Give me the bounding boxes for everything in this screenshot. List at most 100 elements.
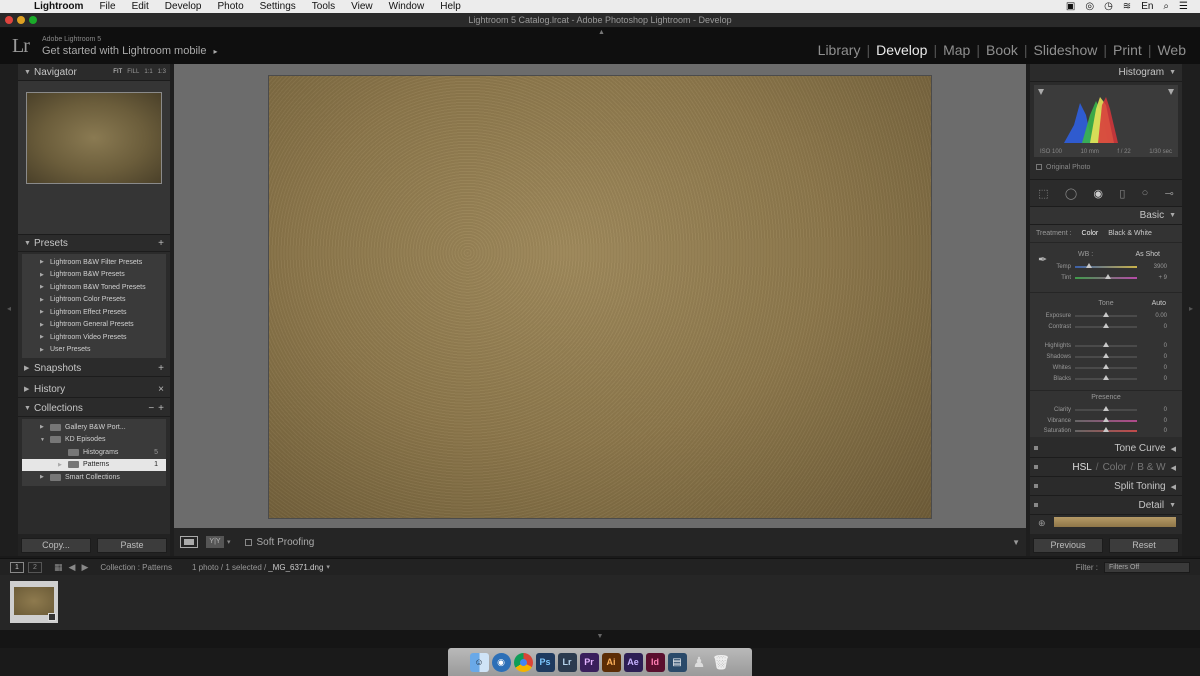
tone-curve-header[interactable]: Tone Curve ◀ xyxy=(1030,440,1182,458)
filter-select[interactable]: Filters Off xyxy=(1104,561,1190,573)
menu-window[interactable]: Window xyxy=(381,0,433,13)
zoom-1-1[interactable]: 1:1 xyxy=(144,69,152,75)
auto-tone-button[interactable]: Auto xyxy=(1152,300,1166,307)
basic-header[interactable]: Basic ▼ xyxy=(1030,207,1182,225)
clarity-slider[interactable] xyxy=(1075,405,1137,411)
top-panel-toggle-icon[interactable]: ▲ xyxy=(598,29,605,36)
spot-removal-tool-icon[interactable]: ◯ xyxy=(1065,187,1077,200)
module-slideshow[interactable]: Slideshow xyxy=(1028,42,1104,58)
back-arrow-icon[interactable]: ◀ xyxy=(69,562,76,573)
histogram[interactable]: ISO 100 10 mm f / 22 1/30 sec xyxy=(1034,85,1178,157)
add-snapshot-icon[interactable]: + xyxy=(158,363,164,374)
module-library[interactable]: Library xyxy=(812,42,867,58)
soft-proofing-checkbox[interactable] xyxy=(244,538,252,546)
zoom-fit[interactable]: FIT xyxy=(113,69,122,75)
history-header[interactable]: ▶ History × xyxy=(18,381,170,398)
time-machine-icon[interactable]: ◷ xyxy=(1104,1,1113,12)
before-after-dropdown-icon[interactable]: ▾ xyxy=(227,538,231,546)
snapshots-header[interactable]: ▶ Snapshots + xyxy=(18,360,170,377)
toolbar-options-arrow-icon[interactable]: ▼ xyxy=(1012,538,1020,547)
saturation-value[interactable]: 0 xyxy=(1137,428,1167,434)
previous-button[interactable]: Previous xyxy=(1033,537,1103,553)
color-tab[interactable]: Color xyxy=(1103,462,1127,473)
photoshop-icon[interactable]: Ps xyxy=(535,652,555,672)
illustrator-icon[interactable]: Ai xyxy=(601,652,621,672)
detail-header[interactable]: Detail ▼ xyxy=(1030,497,1182,515)
chrome-icon[interactable] xyxy=(513,652,533,672)
hsl-tab[interactable]: HSL xyxy=(1072,462,1091,473)
saturation-slider-knob[interactable] xyxy=(1103,426,1109,432)
exposure-value[interactable]: 0.00 xyxy=(1137,313,1167,319)
menu-photo[interactable]: Photo xyxy=(210,0,252,13)
original-photo-checkbox[interactable] xyxy=(1036,164,1042,170)
menu-settings[interactable]: Settings xyxy=(252,0,304,13)
temp-slider-knob[interactable] xyxy=(1085,262,1092,268)
menu-develop[interactable]: Develop xyxy=(157,0,210,13)
red-eye-tool-icon[interactable]: ◉ xyxy=(1093,187,1103,200)
split-toning-header[interactable]: Split Toning ◀ xyxy=(1030,478,1182,496)
detail-preview[interactable] xyxy=(1054,517,1176,527)
notification-list-icon[interactable]: ☰ xyxy=(1179,1,1188,12)
highlights-slider-knob[interactable] xyxy=(1103,341,1109,347)
image-canvas[interactable] xyxy=(174,64,1026,528)
radial-filter-tool-icon[interactable]: ○ xyxy=(1142,187,1149,199)
loupe-view-icon[interactable] xyxy=(180,536,198,548)
contrast-slider-knob[interactable] xyxy=(1103,322,1109,328)
copy-settings-button[interactable]: Copy... xyxy=(21,537,91,553)
detail-target-icon[interactable]: ⊕ xyxy=(1038,518,1046,529)
saturation-slider[interactable] xyxy=(1075,426,1137,432)
clarity-slider-knob[interactable] xyxy=(1103,405,1109,411)
finder-icon[interactable]: ☺ xyxy=(469,652,489,672)
navigator-preview[interactable] xyxy=(26,92,162,184)
indesign-icon[interactable]: Id xyxy=(645,652,665,672)
bottom-panel-toggle[interactable]: ▼ xyxy=(0,630,1200,648)
collection-set[interactable]: ▶ Gallery B&W Port... xyxy=(22,421,166,434)
menu-view[interactable]: View xyxy=(343,0,381,13)
adjustment-brush-tool-icon[interactable]: ⊸ xyxy=(1165,187,1174,200)
vibrance-slider[interactable] xyxy=(1075,416,1137,422)
whites-slider[interactable] xyxy=(1075,363,1137,369)
blacks-slider-knob[interactable] xyxy=(1103,374,1109,380)
highlights-value[interactable]: 0 xyxy=(1137,343,1167,349)
collapse-right-arrow-icon[interactable]: ▸ xyxy=(1182,304,1200,313)
collection-item[interactable]: Histograms 5 xyxy=(22,446,166,459)
blacks-slider[interactable] xyxy=(1075,374,1137,380)
input-language[interactable]: En xyxy=(1141,1,1153,12)
preset-folder[interactable]: ▶ Lightroom B&W Presets xyxy=(22,269,166,282)
preset-folder[interactable]: ▶ User Presets xyxy=(22,344,166,357)
mobile-prompt[interactable]: Get started with Lightroom mobile ▸ xyxy=(42,45,218,57)
treatment-bw-option[interactable]: Black & White xyxy=(1108,230,1152,237)
highlights-slider[interactable] xyxy=(1075,341,1137,347)
preset-folder[interactable]: ▶ Lightroom B&W Filter Presets xyxy=(22,256,166,269)
contrast-slider[interactable] xyxy=(1075,322,1137,328)
secondary-window-button[interactable]: 2 xyxy=(28,561,42,573)
temp-value[interactable]: 3900 xyxy=(1137,264,1167,270)
preset-folder[interactable]: ▶ Lightroom Color Presets xyxy=(22,294,166,307)
paste-settings-button[interactable]: Paste xyxy=(97,537,167,553)
menu-file[interactable]: File xyxy=(91,0,123,13)
right-panel-edge[interactable]: ▸ xyxy=(1182,64,1200,556)
reset-button[interactable]: Reset xyxy=(1109,537,1179,553)
collections-header[interactable]: ▼ Collections − + xyxy=(18,400,170,417)
filmstrip-source[interactable]: Collection : Patterns xyxy=(100,563,172,572)
preset-folder[interactable]: ▶ Lightroom General Presets xyxy=(22,319,166,332)
blacks-value[interactable]: 0 xyxy=(1137,376,1167,382)
menu-tools[interactable]: Tools xyxy=(304,0,343,13)
clarity-value[interactable]: 0 xyxy=(1137,407,1167,413)
shadows-slider[interactable] xyxy=(1075,352,1137,358)
wifi-icon[interactable]: ≋ xyxy=(1123,1,1131,12)
trash-icon[interactable]: 🗑 xyxy=(712,653,731,672)
original-photo-toggle[interactable]: Original Photo xyxy=(1030,157,1182,173)
media-encoder-icon[interactable]: ▤ xyxy=(667,652,687,672)
module-develop[interactable]: Develop xyxy=(870,42,933,58)
photo-preview[interactable] xyxy=(268,75,932,519)
bw-tab[interactable]: B & W xyxy=(1137,462,1165,473)
minimize-window-button[interactable] xyxy=(17,16,25,24)
tint-slider[interactable] xyxy=(1075,273,1137,279)
automator-icon[interactable]: ♟ xyxy=(690,653,709,672)
collapse-left-arrow-icon[interactable]: ◂ xyxy=(0,304,18,313)
panel-switch-icon[interactable] xyxy=(1034,446,1038,450)
shadows-slider-knob[interactable] xyxy=(1103,352,1109,358)
shadows-value[interactable]: 0 xyxy=(1137,354,1167,360)
lightroom-icon[interactable]: Lr xyxy=(557,652,577,672)
